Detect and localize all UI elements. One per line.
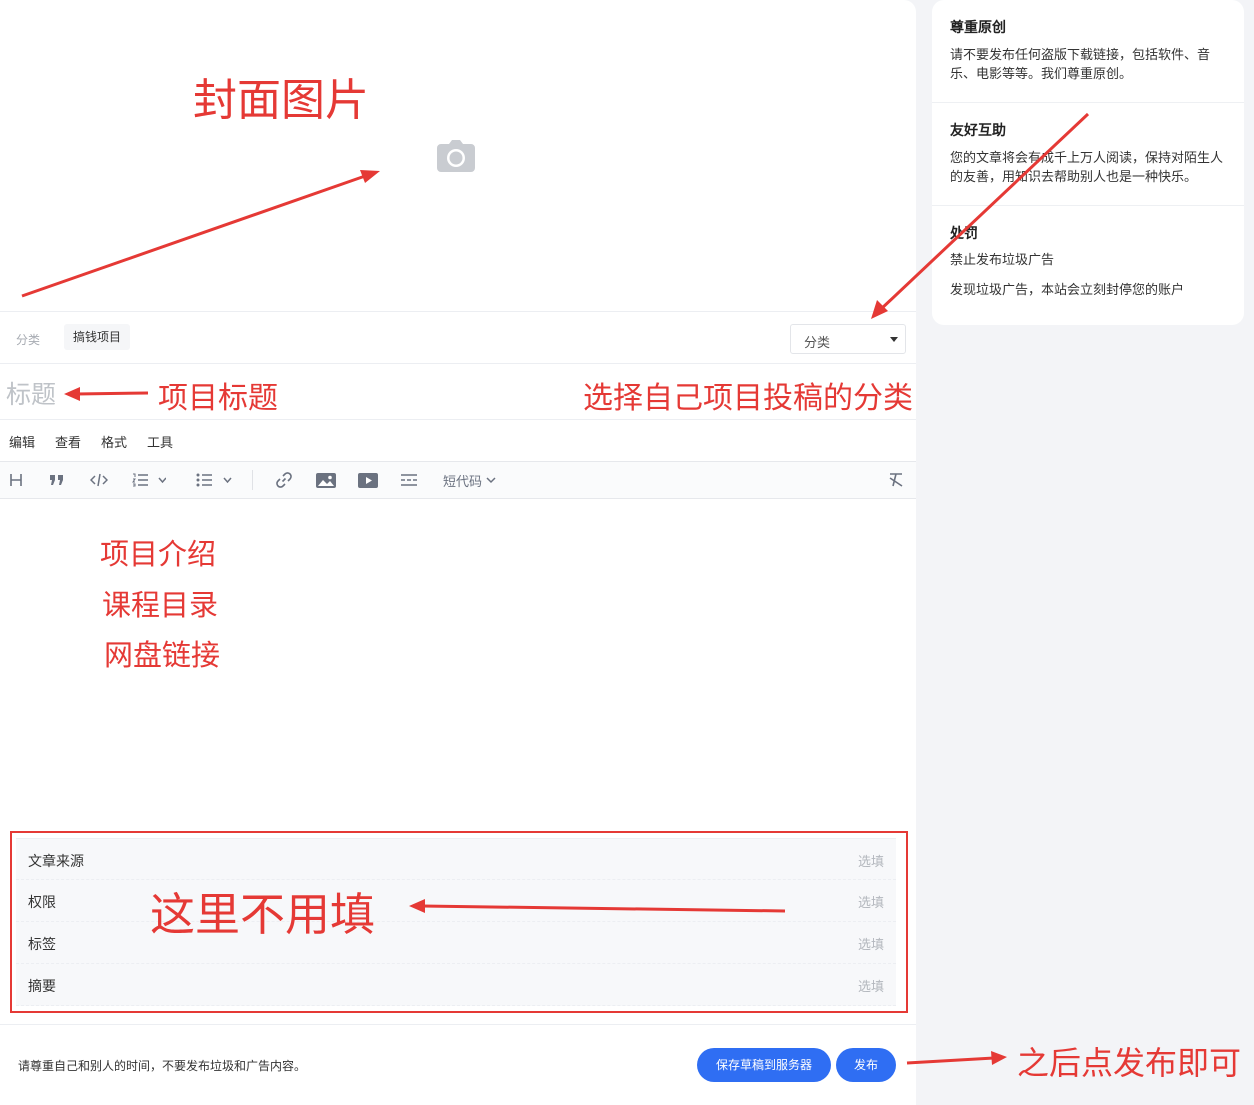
category-label: 分类 bbox=[16, 333, 41, 347]
video-icon[interactable] bbox=[358, 471, 378, 489]
annotation-meta: 这里不用填 bbox=[150, 888, 376, 941]
divider-icon[interactable] bbox=[400, 471, 418, 489]
image-icon[interactable] bbox=[316, 471, 336, 489]
annotation-publish: 之后点发布即可 bbox=[1017, 1044, 1242, 1082]
rule-text: 禁止发布垃圾广告 bbox=[950, 253, 1055, 268]
annotation-category: 选择自己项目投稿的分类 bbox=[583, 381, 913, 416]
publish-button[interactable]: 发布 bbox=[836, 1048, 896, 1082]
divider bbox=[0, 419, 916, 420]
rule-title: 尊重原创 bbox=[950, 20, 1006, 36]
toolbar-separator bbox=[252, 470, 253, 490]
caret-down-icon bbox=[890, 337, 898, 342]
bullet-list-icon[interactable] bbox=[196, 471, 234, 489]
rule-title: 处罚 bbox=[950, 226, 978, 242]
category-select[interactable]: 分类 bbox=[790, 324, 906, 354]
annotation-cover: 封面图片 bbox=[193, 75, 369, 126]
code-icon[interactable] bbox=[90, 471, 108, 489]
quote-icon[interactable] bbox=[49, 471, 65, 489]
annotation-title: 项目标题 bbox=[158, 381, 278, 416]
menu-edit[interactable]: 编辑 bbox=[9, 432, 35, 451]
footer-note: 请尊重自己和别人的时间，不要发布垃圾和广告内容。 bbox=[18, 1059, 307, 1073]
arrow-to-publish-icon bbox=[906, 1056, 995, 1065]
annotation-content-2: 课程目录 bbox=[102, 588, 219, 622]
rule-originality: 尊重原创 请不要发布任何盗版下载链接，包括软件、音乐、电影等等。我们尊重原创。 bbox=[932, 0, 1244, 103]
rule-text: 请不要发布任何盗版下载链接，包括软件、音乐、电影等等。我们尊重原创。 bbox=[950, 48, 1211, 82]
rule-text: 您的文章将会有成千上万人阅读，保持对陌生人的友善，用知识去帮助别人也是一种快乐。 bbox=[950, 151, 1224, 185]
cover-image-upload[interactable] bbox=[0, 0, 916, 312]
rule-title: 友好互助 bbox=[950, 123, 1006, 139]
ordered-list-icon[interactable] bbox=[132, 471, 166, 489]
annotation-content-3: 网盘链接 bbox=[104, 638, 221, 672]
posting-rules-panel: 尊重原创 请不要发布任何盗版下载链接，包括软件、音乐、电影等等。我们尊重原创。 … bbox=[932, 0, 1244, 325]
category-chip[interactable]: 搞钱项目 bbox=[64, 324, 131, 350]
editor-footer: 请尊重自己和别人的时间，不要发布垃圾和广告内容。 保存草稿到服务器 发布 bbox=[0, 1024, 916, 1105]
rule-penalty: 处罚 禁止发布垃圾广告 发现垃圾广告，本站会立刻封停您的账户 bbox=[932, 206, 1244, 325]
title-input[interactable] bbox=[6, 372, 146, 416]
save-draft-button[interactable]: 保存草稿到服务器 bbox=[697, 1048, 831, 1082]
menu-format[interactable]: 格式 bbox=[101, 432, 127, 451]
heading-icon[interactable] bbox=[9, 471, 23, 489]
category-select-value: 分类 bbox=[804, 336, 831, 351]
chevron-down-icon bbox=[486, 477, 496, 484]
annotation-highlight-box bbox=[10, 831, 908, 1013]
editor-toolbar: 短代码 bbox=[0, 461, 916, 499]
camera-icon bbox=[437, 140, 475, 172]
clear-format-icon[interactable] bbox=[888, 471, 904, 489]
category-bar: 分类 搞钱项目 分类 bbox=[0, 313, 916, 364]
link-icon[interactable] bbox=[275, 471, 293, 489]
menu-view[interactable]: 查看 bbox=[55, 432, 81, 451]
annotation-content-1: 项目介绍 bbox=[100, 537, 217, 571]
shortcode-label: 短代码 bbox=[443, 474, 483, 490]
rule-friendly: 友好互助 您的文章将会有成千上万人阅读，保持对陌生人的友善，用知识去帮助别人也是… bbox=[932, 103, 1244, 206]
shortcode-menu[interactable]: 短代码 bbox=[443, 471, 496, 490]
menu-tools[interactable]: 工具 bbox=[147, 432, 173, 451]
rule-text: 发现垃圾广告，本站会立刻封停您的账户 bbox=[950, 283, 1185, 298]
arrowhead-icon bbox=[991, 1051, 1007, 1065]
